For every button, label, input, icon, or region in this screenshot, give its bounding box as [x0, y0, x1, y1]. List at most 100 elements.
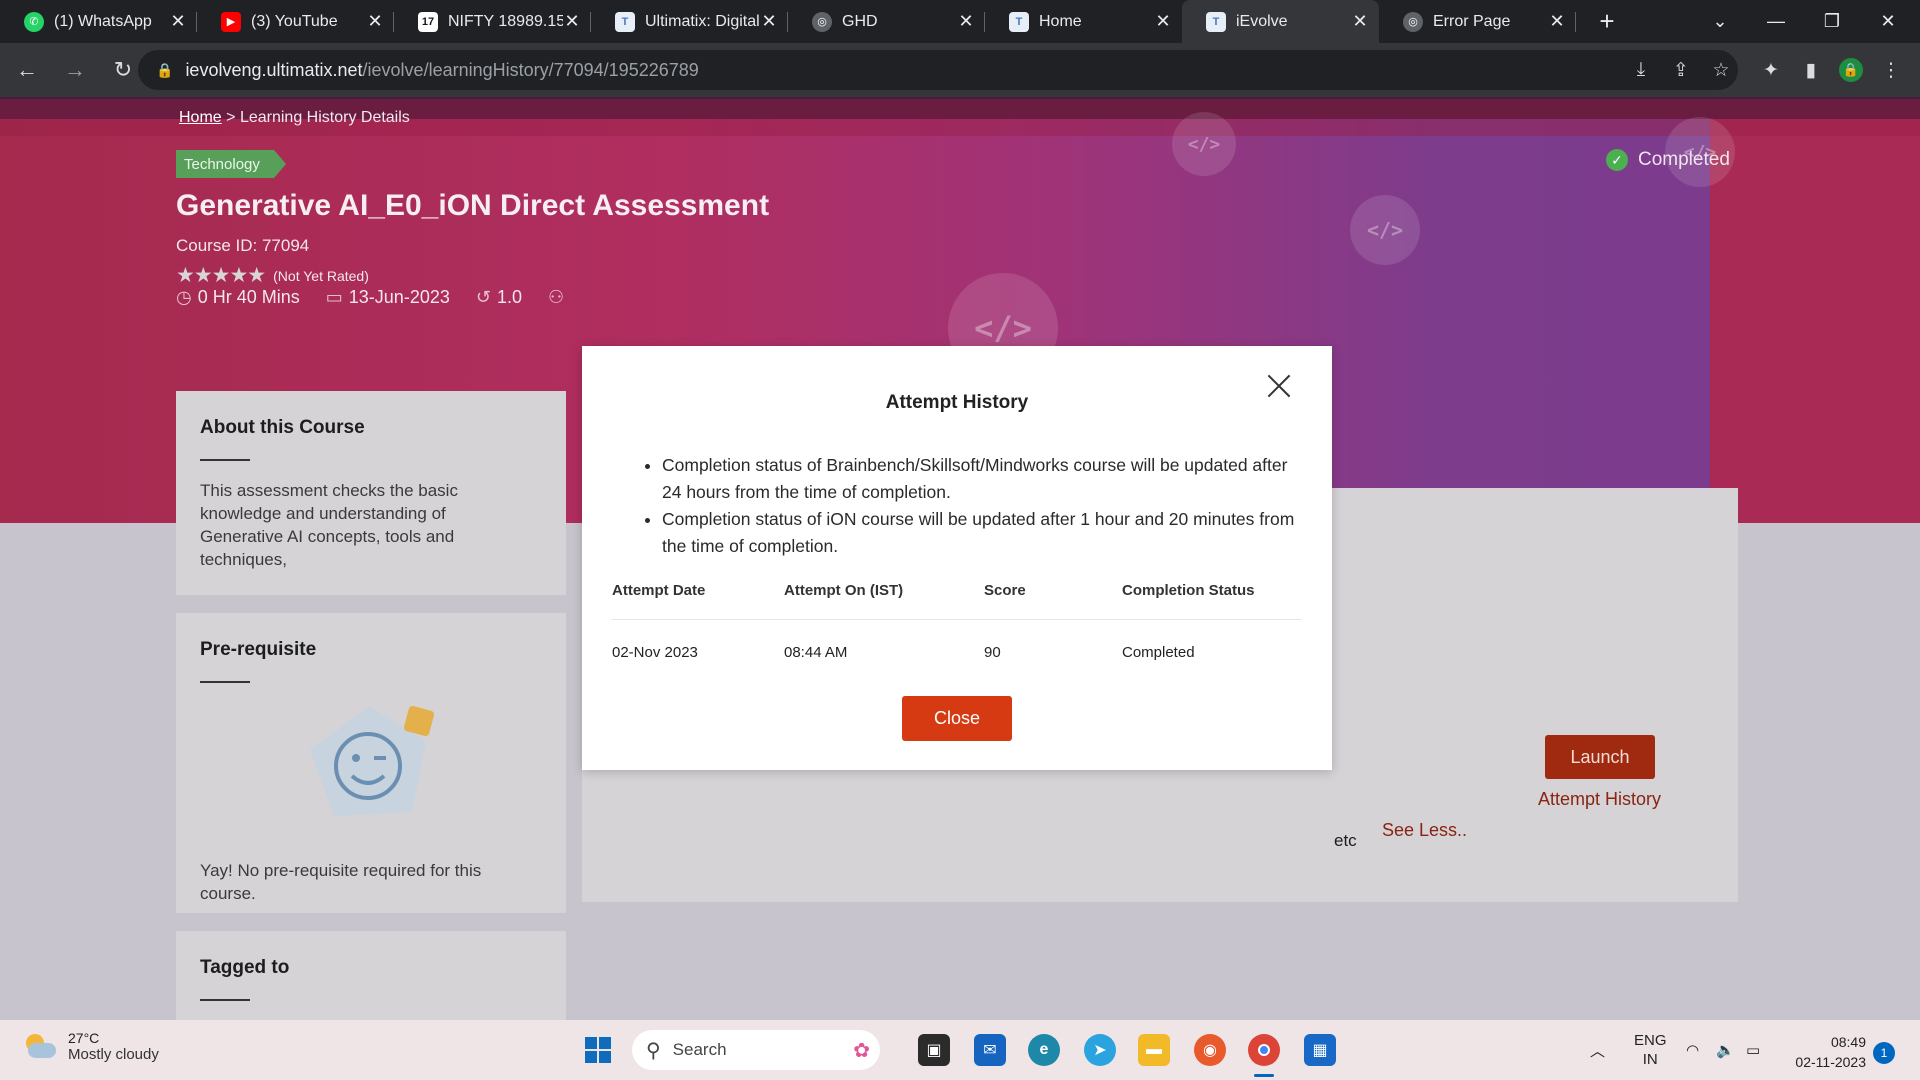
- windows-start-icon[interactable]: [582, 1034, 614, 1066]
- tab-title: (1) WhatsApp: [54, 12, 152, 30]
- extensions-puzzle-icon[interactable]: ✦: [1756, 55, 1786, 85]
- url-host: ievolveng.ultimatix.net: [185, 59, 363, 80]
- minimize-button[interactable]: —: [1748, 0, 1804, 43]
- attempt-history-link[interactable]: Attempt History: [1538, 789, 1661, 810]
- rating-stars-icon[interactable]: ★★★★★: [176, 263, 266, 288]
- mail-icon[interactable]: ✉: [974, 1034, 1006, 1066]
- users-icon: ⚇: [547, 287, 565, 307]
- file-explorer-icon[interactable]: ▬: [1138, 1034, 1170, 1066]
- wifi-icon[interactable]: ◠: [1686, 1020, 1699, 1080]
- window-close-button[interactable]: ✕: [1860, 0, 1916, 43]
- show-hidden-icons-chevron-icon[interactable]: ︿: [1590, 1020, 1605, 1080]
- store-icon[interactable]: ▦: [1304, 1034, 1336, 1066]
- launch-button[interactable]: Launch: [1545, 735, 1655, 779]
- browser-tab[interactable]: ▶ (3) YouTube ✕: [197, 0, 394, 43]
- tata-icon: T: [1009, 11, 1029, 32]
- browser-tab[interactable]: T Ultimatix: Digital ✕: [591, 0, 788, 43]
- active-app-indicator: [1254, 1074, 1274, 1077]
- back-button[interactable]: ←: [6, 49, 48, 91]
- tab-title: Error Page: [1433, 12, 1511, 30]
- breadcrumb-separator: >: [226, 109, 236, 126]
- about-course-card: About this Course This assessment checks…: [176, 391, 566, 595]
- bookmark-star-icon[interactable]: ☆: [1706, 55, 1736, 85]
- notification-badge[interactable]: 1: [1873, 1042, 1895, 1064]
- share-icon[interactable]: ⇪: [1666, 55, 1696, 85]
- rating-text: (Not Yet Rated): [273, 267, 369, 284]
- edge-browser-icon[interactable]: e: [1028, 1034, 1060, 1066]
- new-tab-button[interactable]: +: [1592, 6, 1622, 37]
- browser-tab[interactable]: T Home ✕: [985, 0, 1182, 43]
- tab-title: NIFTY 18989.15: [448, 12, 563, 30]
- attempt-history-dialog: Attempt History Completion status of Bra…: [582, 346, 1332, 770]
- course-rating: ★★★★★ (Not Yet Rated): [176, 263, 369, 288]
- tab-close-icon[interactable]: ✕: [957, 11, 975, 32]
- clock-icon: ◷: [176, 287, 192, 307]
- browser-tab[interactable]: ◎ GHD ✕: [788, 0, 985, 43]
- profile-avatar-icon[interactable]: 🔒: [1836, 55, 1866, 85]
- menu-kebab-icon[interactable]: ⋮: [1876, 55, 1906, 85]
- tab-search-chevron-icon[interactable]: ⌄: [1692, 0, 1748, 43]
- tab-close-icon[interactable]: ✕: [1351, 11, 1369, 32]
- task-view-icon[interactable]: ▣: [918, 1034, 950, 1066]
- tab-title: (3) YouTube: [251, 12, 338, 30]
- windows-taskbar: 27°C Mostly cloudy ⚲ Search ✿ ▣ ✉ e ➤ ▬ …: [0, 1020, 1920, 1080]
- attempt-time-cell: 08:44 AM: [784, 644, 848, 661]
- close-button[interactable]: Close: [902, 696, 1012, 741]
- tab-close-icon[interactable]: ✕: [169, 11, 187, 32]
- chrome-icon[interactable]: [1248, 1034, 1280, 1066]
- tagged-heading: Tagged to: [200, 957, 290, 978]
- install-app-icon[interactable]: ⤓: [1626, 55, 1656, 85]
- weather-description: Mostly cloudy: [68, 1046, 159, 1063]
- telegram-icon[interactable]: ➤: [1084, 1034, 1116, 1066]
- score-cell: 90: [984, 644, 1001, 661]
- browser-tab-active[interactable]: T iEvolve ✕: [1182, 0, 1379, 43]
- tab-title: Home: [1039, 12, 1082, 30]
- globe-icon: ◎: [1403, 11, 1423, 32]
- side-panel-icon[interactable]: ▮: [1796, 55, 1826, 85]
- url-path: /ievolve/learningHistory/77094/195226789: [362, 59, 699, 80]
- breadcrumb-home-link[interactable]: Home: [179, 109, 222, 126]
- see-less-link[interactable]: See Less..: [1382, 820, 1467, 841]
- column-header: Score: [984, 582, 1026, 599]
- column-header: Completion Status: [1122, 582, 1255, 599]
- forward-button[interactable]: →: [54, 49, 96, 91]
- lock-icon: 🔒: [156, 61, 174, 78]
- course-version: 1.0: [496, 287, 522, 307]
- globe-icon: ◎: [812, 11, 832, 32]
- taskbar-search[interactable]: ⚲ Search ✿: [632, 1030, 880, 1070]
- course-id: Course ID: 77094: [176, 236, 310, 255]
- partly-cloudy-icon: [22, 1033, 56, 1060]
- course-date: 13-Jun-2023: [348, 287, 450, 307]
- tab-close-icon[interactable]: ✕: [366, 11, 384, 32]
- language-indicator[interactable]: ENG IN: [1634, 1020, 1667, 1080]
- prerequisite-heading: Pre-requisite: [200, 639, 317, 660]
- system-clock[interactable]: 08:49 02-11-2023: [1782, 1032, 1866, 1072]
- tab-close-icon[interactable]: ✕: [1548, 11, 1566, 32]
- firefox-icon[interactable]: ◉: [1194, 1034, 1226, 1066]
- tab-close-icon[interactable]: ✕: [760, 11, 778, 32]
- tab-close-icon[interactable]: ✕: [1154, 11, 1172, 32]
- weather-widget[interactable]: 27°C Mostly cloudy: [22, 1030, 159, 1063]
- prerequisite-text: Yay! No pre-requisite required for this …: [200, 861, 482, 903]
- browser-tab[interactable]: 17 NIFTY 18989.15 ✕: [394, 0, 591, 43]
- browser-tab-strip: ✆ (1) WhatsApp ✕ ▶ (3) YouTube ✕ 17 NIFT…: [0, 0, 1920, 43]
- address-bar[interactable]: 🔒 ievolveng.ultimatix.net/ievolve/learni…: [138, 50, 1738, 90]
- browser-toolbar: ← → ↻ 🔒 ievolveng.ultimatix.net/ievolve/…: [0, 43, 1920, 97]
- completion-notes: Completion status of Brainbench/Skillsof…: [662, 452, 1302, 560]
- clock-date: 02-11-2023: [1795, 1054, 1866, 1070]
- browser-tab[interactable]: ✆ (1) WhatsApp ✕: [0, 0, 197, 43]
- tab-title: iEvolve: [1236, 12, 1288, 30]
- search-highlight-icon: ✿: [853, 1039, 870, 1062]
- tab-title: Ultimatix: Digital: [645, 12, 760, 30]
- search-icon: ⚲: [646, 1039, 661, 1062]
- tab-close-icon[interactable]: ✕: [563, 11, 581, 32]
- volume-icon[interactable]: 🔈: [1716, 1020, 1735, 1080]
- close-icon[interactable]: [1265, 372, 1293, 400]
- smiley-illustration-icon: [310, 705, 435, 816]
- tradingview-icon: 17: [418, 11, 438, 32]
- battery-icon[interactable]: ▭: [1746, 1020, 1760, 1080]
- completion-status-label: Completed: [1638, 149, 1730, 170]
- restore-button[interactable]: ❐: [1804, 0, 1860, 43]
- description-tail-text: etc: [1334, 831, 1357, 850]
- browser-tab[interactable]: ◎ Error Page ✕: [1379, 0, 1576, 43]
